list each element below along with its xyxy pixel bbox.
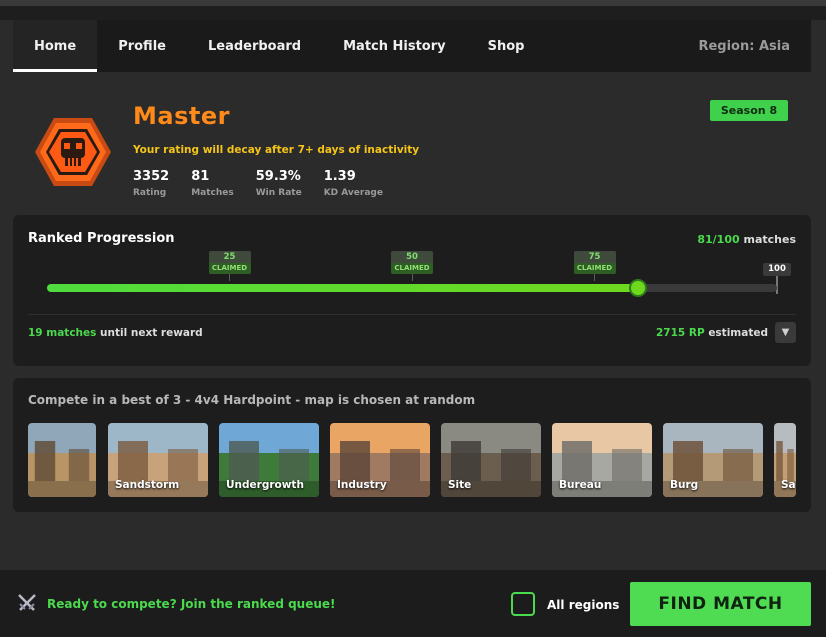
stat-value: 3352 (133, 169, 170, 184)
rank-stats: 3352 Rating 81 Matches 59.3% Win Rate 1.… (133, 169, 405, 198)
next-reward-count: 19 matches (28, 327, 97, 339)
map-card[interactable]: Sandstorm (108, 423, 208, 497)
stat-value: 59.3% (255, 169, 301, 184)
map-pool-description: Compete in a best of 3 - 4v4 Hardpoint -… (28, 393, 476, 407)
map-thumbnail (28, 423, 96, 497)
milestone-tick (594, 274, 595, 281)
stat-value: 81 (191, 169, 210, 184)
map-name: Site (448, 479, 472, 491)
milestone-25[interactable]: 25 CLAIMED (208, 251, 251, 281)
milestone-value: 25 (208, 251, 251, 263)
map-card[interactable]: Site (441, 423, 541, 497)
window-top-edge (0, 0, 826, 6)
all-regions-label[interactable]: All regions (547, 598, 619, 612)
chevron-down-icon[interactable]: ▼ (775, 322, 796, 343)
map-card[interactable] (28, 423, 96, 497)
next-reward-suffix: until next reward (100, 327, 203, 339)
stat-label: Matches (191, 188, 234, 198)
decay-warning: Your rating will decay after 7+ days of … (133, 144, 420, 156)
map-name: Burg (670, 479, 699, 491)
milestone-status: CLAIMED (208, 263, 251, 274)
nav-match-history[interactable]: Match History (322, 20, 467, 72)
find-match-button[interactable]: FIND MATCH (630, 582, 811, 626)
stat-win-rate: 59.3% Win Rate (256, 169, 302, 198)
map-card[interactable]: Undergrowth (219, 423, 319, 497)
map-name: Bureau (559, 479, 602, 491)
milestone-value: 75 (573, 251, 616, 263)
milestone-status: CLAIMED (573, 263, 616, 274)
progress-knob (629, 279, 648, 297)
milestone-75[interactable]: 75 CLAIMED (573, 251, 616, 281)
milestone-50[interactable]: 50 CLAIMED (391, 251, 433, 281)
milestone-value: 100 (763, 263, 791, 276)
map-card[interactable]: Bureau (552, 423, 652, 497)
milestone-tick (411, 274, 413, 281)
progress-fill (47, 284, 639, 292)
nav-shop[interactable]: Shop (467, 20, 546, 72)
ranked-progression-panel: Ranked Progression 81/100 matches 25 CLA… (13, 215, 811, 366)
stat-value: 1.39 (323, 169, 356, 184)
matches-played: 81/100 (697, 233, 740, 246)
progression-title: Ranked Progression (28, 231, 175, 246)
milestone-100[interactable]: 100 (763, 263, 791, 276)
map-card[interactable]: Sa (774, 423, 796, 497)
rp-estimate: 2715 RP estimated (656, 327, 768, 339)
crossed-swords-icon (16, 592, 38, 614)
rp-suffix: estimated (708, 327, 768, 339)
map-pool-panel: Compete in a best of 3 - 4v4 Hardpoint -… (13, 378, 811, 512)
progress-track (47, 279, 777, 297)
stat-kd-average: 1.39 KD Average (324, 169, 383, 198)
milestone-status: CLAIMED (391, 263, 433, 274)
milestone-value: 50 (391, 251, 433, 263)
stat-matches: 81 Matches (191, 169, 234, 198)
all-regions-checkbox[interactable] (511, 592, 535, 616)
main-nav: Home Profile Leaderboard Match History S… (13, 20, 811, 72)
next-reward-text: 19 matches until next reward (28, 327, 203, 339)
matches-suffix: matches (743, 233, 796, 246)
stat-rating: 3352 Rating (133, 169, 169, 198)
map-name: Undergrowth (226, 479, 304, 491)
map-name: Industry (337, 479, 387, 491)
map-name: Sandstorm (115, 479, 180, 491)
skull-badge-icon (34, 116, 112, 188)
progression-count: 81/100 matches (697, 233, 796, 246)
region-selector[interactable]: Region: Asia (698, 20, 811, 72)
map-name: Sa (781, 479, 796, 491)
stat-label: KD Average (323, 188, 383, 198)
queue-message: Ready to compete? Join the ranked queue! (47, 597, 336, 611)
queue-footer: Ready to compete? Join the ranked queue!… (0, 570, 826, 637)
rank-title: Master (133, 102, 230, 130)
rp-value: 2715 RP (655, 327, 705, 339)
milestone-tick (229, 274, 230, 281)
map-card[interactable]: Industry (330, 423, 430, 497)
divider (28, 314, 796, 315)
season-badge: Season 8 (710, 100, 788, 121)
nav-leaderboard[interactable]: Leaderboard (187, 20, 322, 72)
stat-label: Rating (133, 188, 167, 198)
stat-label: Win Rate (255, 188, 302, 198)
nav-home[interactable]: Home (13, 20, 98, 72)
map-card[interactable]: Burg (663, 423, 763, 497)
nav-profile[interactable]: Profile (97, 20, 187, 72)
